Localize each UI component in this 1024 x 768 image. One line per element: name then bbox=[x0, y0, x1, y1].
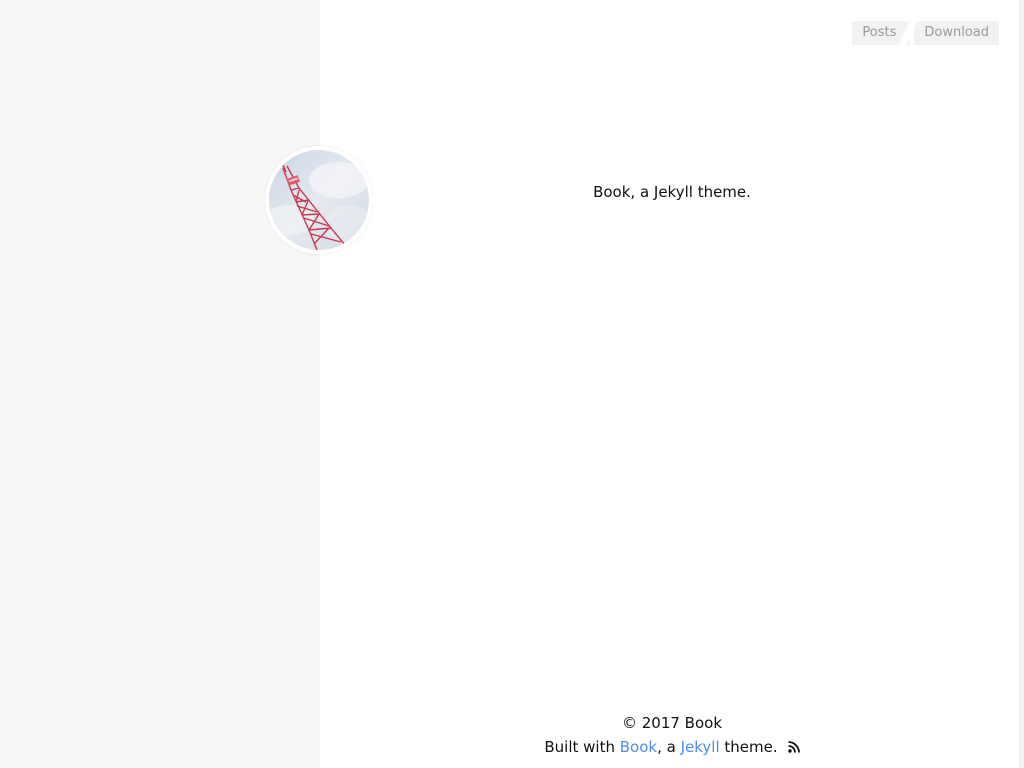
rss-feed-link[interactable] bbox=[778, 738, 800, 756]
footer-theme-text: theme. bbox=[719, 738, 778, 756]
right-scroll-edge bbox=[1019, 0, 1024, 768]
book-theme-link[interactable]: Book bbox=[620, 738, 657, 756]
tagline-text: Book, a Jekyll theme. bbox=[593, 183, 751, 201]
nav-download-link[interactable]: Download bbox=[914, 21, 999, 45]
footer-a-text: , a bbox=[657, 738, 681, 756]
jekyll-link[interactable]: Jekyll bbox=[681, 738, 720, 756]
top-nav: Posts Download bbox=[852, 21, 999, 45]
rss-icon bbox=[787, 741, 800, 753]
nav-posts-link[interactable]: Posts bbox=[852, 21, 911, 45]
footer-built-with-text: Built with bbox=[544, 738, 620, 756]
footer: © 2017 Book Built with Book, a Jekyll th… bbox=[320, 711, 1024, 759]
page: Posts Download Book, a Jekyll theme. © 2… bbox=[0, 0, 1024, 768]
left-panel bbox=[0, 0, 320, 768]
footer-copyright: © 2017 Book bbox=[621, 714, 723, 732]
site-tagline: Book, a Jekyll theme. bbox=[320, 181, 1024, 203]
footer-credits: Built with Book, a Jekyll theme. bbox=[320, 735, 1024, 759]
